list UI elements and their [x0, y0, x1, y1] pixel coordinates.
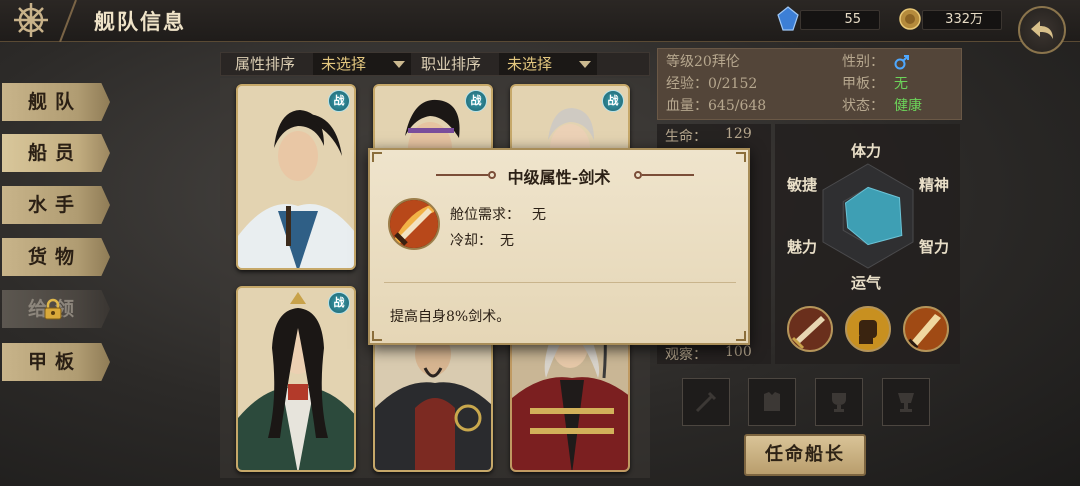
nav-deck[interactable]: 甲板: [2, 343, 110, 381]
filter-bar: 属性排序 未选择 职业排序 未选择: [220, 52, 650, 76]
job-sort-select[interactable]: 未选择: [499, 53, 597, 75]
cd-value: 无: [500, 233, 514, 249]
status-label: 状态：: [842, 98, 884, 114]
combat-badge: 战: [328, 90, 350, 112]
attribute-panel: 体力 精神 智力 运气 魅力 敏捷: [775, 124, 960, 364]
job-sort-value: 未选择: [507, 55, 553, 73]
attr-agility: 敏捷: [787, 176, 818, 194]
header-divider: [59, 0, 77, 42]
attr-sort-value: 未选择: [321, 55, 367, 73]
equip-slot-weapon[interactable]: [682, 378, 730, 426]
chevron-down-icon: [579, 61, 591, 68]
attr-spirit: 精神: [919, 176, 950, 194]
life-value: 129: [725, 126, 752, 142]
chevron-down-icon: [393, 61, 405, 68]
fist-skill-icon[interactable]: [845, 306, 891, 352]
combat-badge: 战: [465, 90, 487, 112]
nav-sailors[interactable]: 水手: [2, 186, 110, 224]
male-icon: [894, 55, 909, 70]
equip-slot-trinket[interactable]: [882, 378, 930, 426]
corner-ornament: [372, 331, 382, 341]
back-arrow-icon: [1031, 21, 1053, 39]
skill-tooltip: 中级属性-剑术 舱位需求： 无 冷却： 无 提高自身8%剑术。: [368, 148, 750, 345]
crew-portrait: [238, 288, 354, 470]
job-sort-label: 职业排序: [421, 55, 482, 73]
gem-icon: [777, 6, 799, 31]
appoint-captain-button[interactable]: 任命船长: [744, 434, 866, 476]
gem-count: 55: [800, 10, 880, 30]
crew-card[interactable]: 战: [236, 84, 356, 270]
hp-text: 血量：645/648: [666, 98, 767, 114]
lock-icon: [44, 298, 62, 320]
corner-ornament: [372, 152, 382, 162]
attribute-radar-chart: [822, 163, 914, 269]
nav-fleet[interactable]: 舰队: [2, 83, 110, 121]
helm-wheel-icon[interactable]: [0, 0, 62, 40]
gender-label: 性别：: [842, 54, 884, 70]
combat-badge: 战: [602, 90, 624, 112]
req-label: 舱位需求：: [450, 207, 520, 223]
attr-sort-label: 属性排序: [235, 55, 296, 73]
attr-intellect: 智力: [919, 238, 950, 256]
corner-ornament: [736, 331, 746, 341]
attr-charm: 魅力: [787, 238, 818, 256]
crew-portrait: [238, 86, 354, 268]
status-value: 健康: [894, 98, 922, 114]
character-info-panel: 等级20拜伦 经验：0/2152 血量：645/648 性别： 甲板： 无 状态…: [657, 48, 962, 120]
page-title: 舰队信息: [94, 9, 186, 34]
attr-sort-select[interactable]: 未选择: [313, 53, 411, 75]
title-divider-dot: [634, 171, 642, 179]
observe-label: 观察：: [665, 347, 707, 363]
attr-luck: 运气: [851, 274, 882, 292]
coin-count: 332万: [922, 10, 1002, 30]
back-button[interactable]: [1018, 6, 1066, 54]
observe-value: 100: [725, 344, 752, 360]
exp-text: 经验：0/2152: [666, 76, 758, 92]
sword-skill-icon[interactable]: [787, 306, 833, 352]
coin-icon: [899, 8, 921, 30]
tooltip-title: 中级属性-剑术: [507, 168, 611, 187]
equip-slot-accessory[interactable]: [815, 378, 863, 426]
nav-cargo[interactable]: 货物: [2, 238, 110, 276]
top-bar: 舰队信息 55 332万: [0, 0, 1080, 54]
title-divider-right: [642, 174, 694, 176]
trophy-icon: [832, 393, 846, 412]
deck-label: 甲板：: [842, 76, 884, 92]
corner-ornament: [736, 152, 746, 162]
cd-label: 冷却：: [450, 233, 492, 249]
armor-icon: [764, 392, 780, 411]
combat-badge: 战: [328, 292, 350, 314]
cup-icon: [898, 393, 914, 412]
crew-card[interactable]: 战: [236, 286, 356, 472]
sword-skill-icon: [388, 198, 440, 250]
tooltip-separator: [384, 282, 736, 283]
nav-crew[interactable]: 船员: [2, 134, 110, 172]
life-label: 生命：: [665, 129, 707, 145]
level-name: 等级20拜伦: [666, 54, 740, 70]
deck-value: 无: [894, 76, 908, 92]
tooltip-description: 提高自身8%剑术。: [390, 309, 511, 325]
attr-stamina: 体力: [851, 142, 882, 160]
nav-locked[interactable]: 给领: [2, 290, 110, 328]
req-value: 无: [532, 207, 546, 223]
equip-slot-armor[interactable]: [748, 378, 796, 426]
blade-skill-icon[interactable]: [903, 306, 949, 352]
sword-icon: [695, 391, 717, 413]
